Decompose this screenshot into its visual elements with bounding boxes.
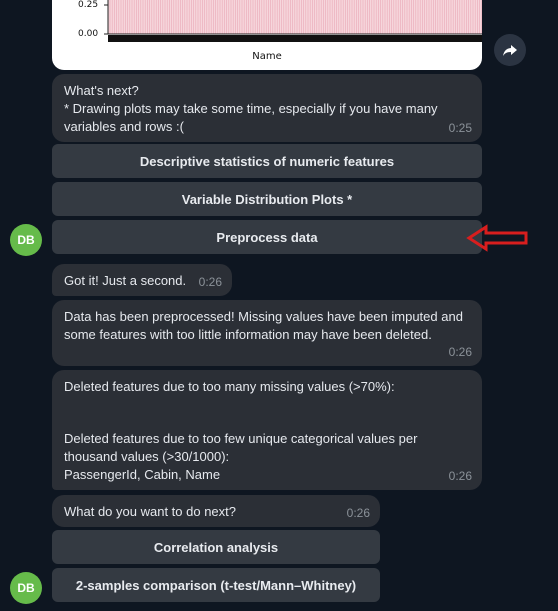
message-text: Deleted features due to too many missing…	[64, 379, 395, 394]
message-time: 0:26	[448, 345, 472, 359]
preprocess-data-button[interactable]: Preprocess data	[52, 220, 482, 254]
bot-message: Deleted features due to too many missing…	[52, 370, 482, 490]
avatar: DB	[10, 572, 42, 604]
x-tick-labels-overlap	[108, 35, 482, 42]
correlation-analysis-button[interactable]: Correlation analysis	[52, 530, 380, 564]
two-samples-comparison-button[interactable]: 2-samples comparison (t-test/Mann–Whitne…	[52, 568, 380, 602]
chart-image[interactable]: 0.25 0.00 Name	[52, 0, 482, 70]
message-time: 0:26	[198, 275, 222, 289]
bot-message: What do you want to do next? 0:26	[52, 495, 380, 527]
message-text: Deleted features due to too few unique c…	[64, 431, 418, 464]
message-text: Got it! Just a second.	[64, 273, 187, 288]
x-axis-label: Name	[252, 51, 282, 62]
distribution-plots-button[interactable]: Variable Distribution Plots *	[52, 182, 482, 216]
message-time: 0:26	[346, 506, 370, 520]
message-time: 0:26	[448, 469, 472, 483]
message-text: What do you want to do next?	[64, 504, 236, 519]
bot-message: Got it! Just a second. 0:26	[52, 264, 232, 296]
message-text: Data has been preprocessed! Missing valu…	[64, 309, 463, 342]
y-tick-label: 0.25	[78, 0, 99, 10]
bot-message: Data has been preprocessed! Missing valu…	[52, 300, 482, 366]
avatar: DB	[10, 224, 42, 256]
descriptive-statistics-button[interactable]: Descriptive statistics of numeric featur…	[52, 144, 482, 178]
share-icon	[503, 45, 517, 56]
message-time: 0:25	[448, 121, 472, 135]
bot-message: What's next? * Drawing plots may take so…	[52, 74, 482, 142]
red-arrow-annotation-icon	[466, 224, 528, 252]
share-button[interactable]	[494, 34, 526, 66]
y-tick-label: 0.00	[78, 29, 99, 39]
message-text: What's next? * Drawing plots may take so…	[64, 83, 438, 134]
message-text: PassengerId, Cabin, Name	[64, 467, 221, 482]
